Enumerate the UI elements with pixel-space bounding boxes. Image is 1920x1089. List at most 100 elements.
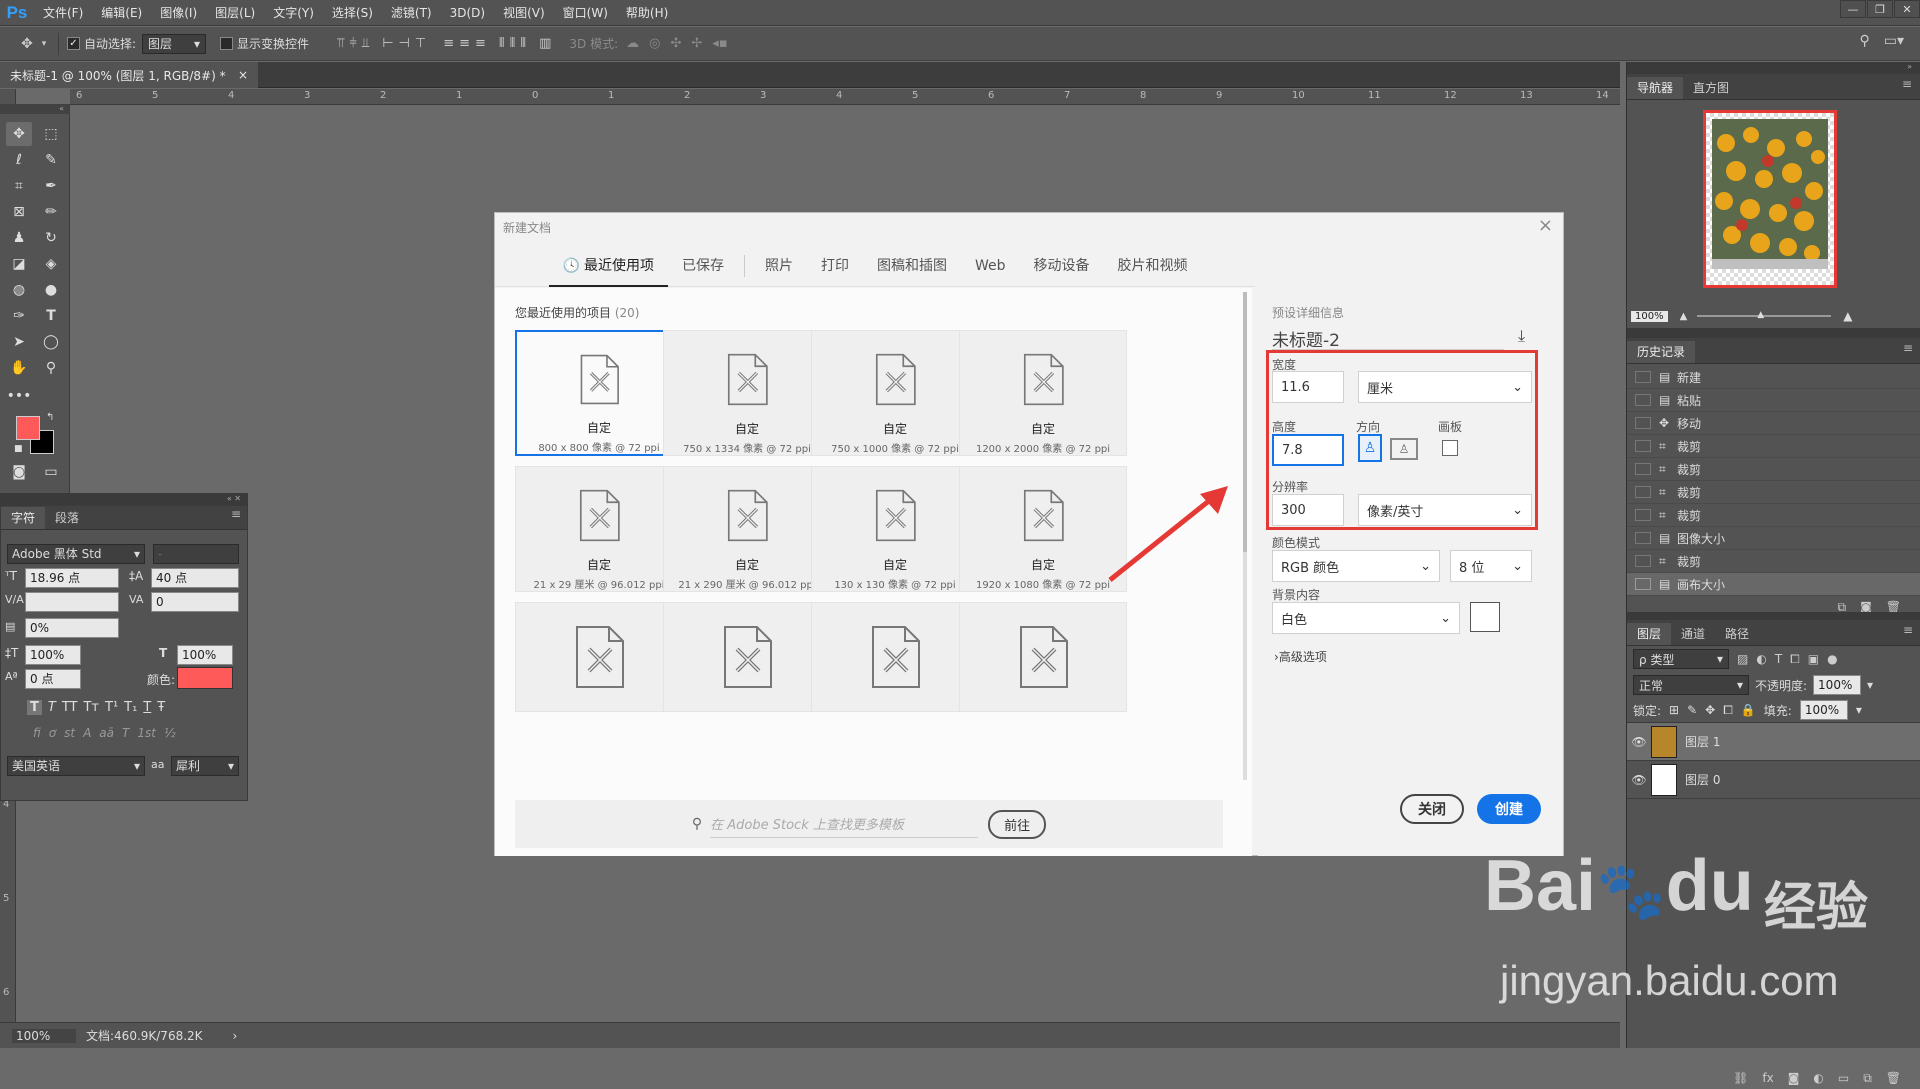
close-icon[interactable]: ✕: [1894, 0, 1920, 18]
color-mode-select[interactable]: RGB 颜色 ⌄: [1272, 550, 1440, 582]
navigator-preview[interactable]: [1703, 110, 1837, 288]
tab-saved[interactable]: 已保存: [668, 245, 738, 287]
tab-navigator[interactable]: 导航器: [1627, 77, 1684, 99]
zoom-level[interactable]: 100%: [12, 1028, 76, 1043]
tab-recent[interactable]: 🕓 最近使用项: [548, 245, 668, 287]
frame-tool-icon[interactable]: ⊠: [6, 200, 32, 224]
preset-card[interactable]: 自定 1200 x 2000 像素 @ 72 ppi: [959, 330, 1127, 456]
ordinals-button[interactable]: 1st: [137, 726, 156, 740]
history-item[interactable]: ⌗ 裁剪: [1627, 481, 1920, 504]
discretionary-ligature-button[interactable]: st: [64, 726, 75, 740]
filter-shape-icon[interactable]: ⧠: [1790, 652, 1800, 667]
zoom-slider[interactable]: ▲: [1697, 310, 1832, 320]
panel-menu-icon[interactable]: ≡: [231, 507, 241, 529]
paint-bucket-tool-icon[interactable]: ◈: [38, 252, 64, 276]
lock-image-icon[interactable]: ✎: [1687, 703, 1697, 717]
history-brush-tool-icon[interactable]: ↻: [38, 226, 64, 250]
type-tool-icon[interactable]: T: [38, 304, 64, 328]
tab-histogram[interactable]: 直方图: [1683, 77, 1739, 99]
eraser-tool-icon[interactable]: ◪: [6, 252, 32, 276]
distribute-right-icon[interactable]: ⦀: [520, 36, 526, 51]
crop-tool-icon[interactable]: ⌗: [6, 174, 32, 198]
menu-3d[interactable]: 3D(D): [441, 0, 494, 26]
auto-select-checkbox[interactable]: ✓: [67, 37, 80, 50]
antialias-select[interactable]: 犀利 ▾: [171, 756, 239, 776]
leading-input[interactable]: 40 点: [151, 568, 239, 588]
font-style-select[interactable]: -: [153, 544, 239, 564]
tab-art[interactable]: 图稿和插图: [863, 245, 961, 287]
filter-type-icon[interactable]: T: [1775, 652, 1782, 667]
distribute-top-icon[interactable]: ≡: [443, 36, 454, 51]
close-button[interactable]: 关闭: [1400, 794, 1464, 824]
bit-depth-select[interactable]: 8 位 ⌄: [1450, 550, 1532, 582]
old-style-button[interactable]: ơ: [49, 726, 56, 740]
tab-mobile[interactable]: 移动设备: [1019, 245, 1103, 287]
preset-card[interactable]: [515, 602, 683, 712]
3d-slide-icon[interactable]: ✢: [691, 36, 702, 51]
minimize-icon[interactable]: —: [1840, 0, 1866, 18]
search-icon[interactable]: ⚲: [1859, 33, 1869, 49]
text-color-swatch[interactable]: [177, 667, 233, 689]
tab-photo[interactable]: 照片: [751, 245, 807, 287]
dialog-close-icon[interactable]: ×: [1538, 215, 1553, 236]
lasso-tool-icon[interactable]: ℓ: [6, 148, 32, 172]
distribute-left-icon[interactable]: ⦀: [499, 36, 505, 51]
default-colors-icon[interactable]: ■: [14, 444, 23, 454]
adjustment-layer-icon[interactable]: ◐: [1813, 1071, 1823, 1085]
opacity-input[interactable]: 100%: [1813, 675, 1862, 695]
menu-filter[interactable]: 滤镜(T): [382, 0, 441, 26]
faux-bold-button[interactable]: T: [27, 700, 42, 715]
chevron-down-icon[interactable]: ▾: [38, 33, 50, 55]
stock-search-input[interactable]: 在 Adobe Stock 上查找更多模板: [710, 810, 979, 838]
restore-icon[interactable]: ❐: [1867, 0, 1893, 18]
link-layers-icon[interactable]: ⛓: [1733, 1071, 1748, 1085]
create-button[interactable]: 创建: [1477, 794, 1541, 824]
move-tool-icon[interactable]: ✥: [6, 122, 32, 146]
subscript-button[interactable]: T₁: [124, 700, 137, 715]
tab-character[interactable]: 字符: [1, 507, 46, 529]
visibility-eye-icon[interactable]: 👁: [1627, 735, 1651, 749]
menu-edit[interactable]: 编辑(E): [92, 0, 151, 26]
fractions-button[interactable]: ½: [164, 726, 176, 740]
align-top-icon[interactable]: ⫪: [337, 36, 344, 51]
path-select-tool-icon[interactable]: ➤: [6, 330, 32, 354]
swap-colors-icon[interactable]: ↰: [46, 412, 54, 423]
distribute-hcenter-icon[interactable]: ⦀: [510, 36, 516, 51]
preset-card[interactable]: 自定 750 x 1000 像素 @ 72 ppi: [811, 330, 979, 456]
quick-select-tool-icon[interactable]: ✎: [38, 148, 64, 172]
menu-type[interactable]: 文字(Y): [264, 0, 323, 26]
tab-web[interactable]: Web: [961, 245, 1020, 287]
tab-history[interactable]: 历史记录: [1627, 341, 1696, 363]
language-select[interactable]: 美国英语 ▾: [7, 756, 145, 776]
ellipse-tool-icon[interactable]: ◯: [38, 330, 64, 354]
menu-image[interactable]: 图像(I): [151, 0, 206, 26]
preset-card[interactable]: [959, 602, 1127, 712]
history-item[interactable]: ▤ 粘贴: [1627, 389, 1920, 412]
workspace-icon[interactable]: ▭▾: [1884, 33, 1904, 49]
blur-tool-icon[interactable]: ◍: [6, 278, 32, 302]
history-item[interactable]: ▤ 图像大小: [1627, 527, 1920, 550]
advanced-options-toggle[interactable]: ›高级选项: [1274, 648, 1327, 665]
lock-artboard-icon[interactable]: ⧠: [1723, 703, 1733, 718]
3d-pan-icon[interactable]: ✣: [670, 36, 681, 51]
save-preset-icon[interactable]: ⤓: [1518, 326, 1525, 346]
visibility-eye-icon[interactable]: 👁: [1627, 773, 1651, 787]
stylistic-alternates-button[interactable]: aā: [99, 726, 114, 740]
layer-kind-filter[interactable]: ρ 类型 ▾: [1633, 649, 1729, 669]
align-right-icon[interactable]: ⊤: [415, 36, 426, 51]
3d-orbit-icon[interactable]: ☁: [626, 36, 639, 51]
history-item[interactable]: ⌗ 裁剪: [1627, 550, 1920, 573]
underline-button[interactable]: T: [143, 700, 151, 715]
filter-pixel-icon[interactable]: ▨: [1737, 652, 1748, 667]
baseline-shift-input[interactable]: 0 点: [25, 669, 81, 689]
navigator-zoom[interactable]: 100%: [1631, 310, 1668, 322]
layer-row-selected[interactable]: 👁 图层 1: [1627, 723, 1920, 761]
fill-input[interactable]: 100%: [1799, 700, 1848, 720]
auto-select-dropdown[interactable]: 图层 ▾: [142, 33, 207, 54]
tab-print[interactable]: 打印: [807, 245, 863, 287]
show-transform-checkbox[interactable]: [220, 37, 234, 50]
layer-style-icon[interactable]: fx: [1762, 1071, 1773, 1085]
zoom-tool-icon[interactable]: ⚲: [38, 356, 64, 380]
kerning-input[interactable]: [25, 592, 119, 612]
history-item[interactable]: ✥ 移动: [1627, 412, 1920, 435]
